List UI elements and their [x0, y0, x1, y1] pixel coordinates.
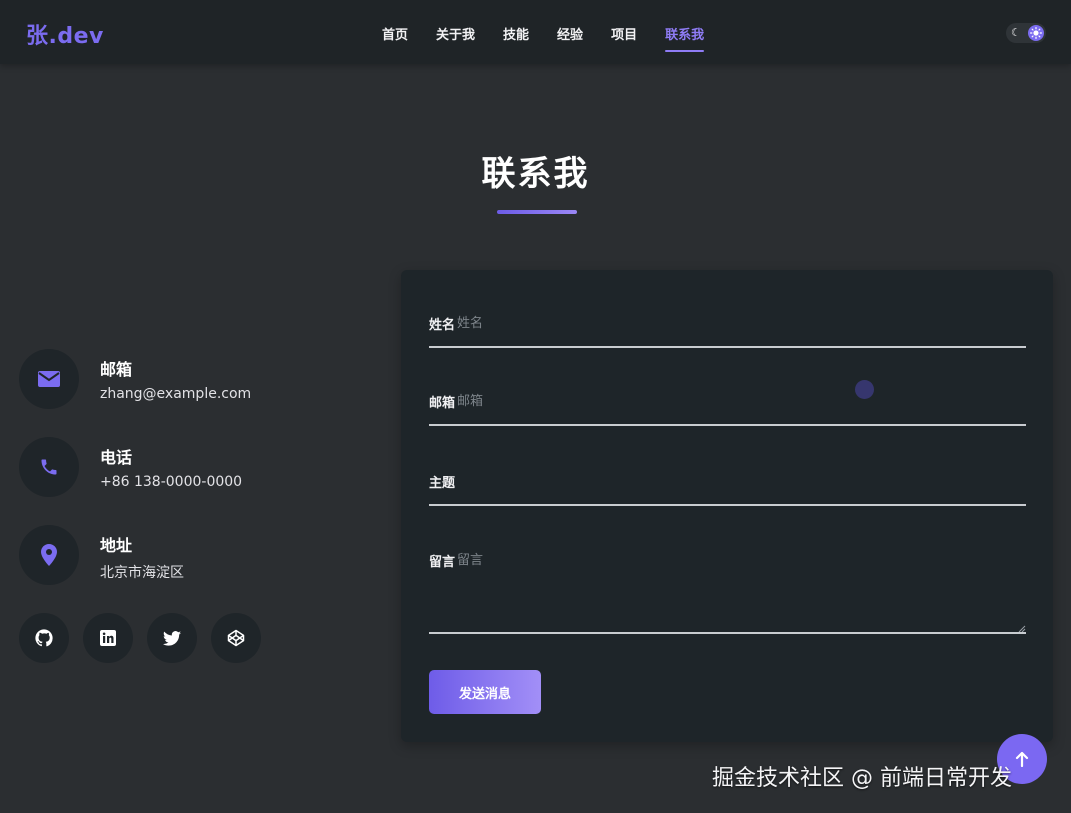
github-link[interactable]: [19, 613, 69, 663]
message-textarea[interactable]: [457, 551, 997, 569]
github-icon: [35, 629, 53, 647]
twitter-icon: [163, 630, 181, 646]
top-navbar: 张.dev 首页 关于我 技能 经验 项目 联系我 ☾: [0, 0, 1071, 64]
twitter-link[interactable]: [147, 613, 197, 663]
section-title: 联系我: [481, 154, 590, 194]
linkedin-link[interactable]: [83, 613, 133, 663]
subject-underline: [429, 504, 1026, 506]
nav-item-experience[interactable]: 经验: [557, 24, 583, 43]
sun-icon: [1028, 25, 1044, 41]
contact-address: 地址 北京市海淀区: [19, 525, 379, 585]
contact-form: 姓名 邮箱 主题 留言 发送消息: [401, 270, 1053, 742]
title-underline: [497, 210, 577, 214]
nav-item-contact[interactable]: 联系我: [665, 24, 705, 52]
contact-email-label: 邮箱: [100, 360, 133, 379]
subject-field: 主题: [429, 472, 1026, 508]
codepen-icon: [227, 629, 245, 647]
name-underline: [429, 346, 1026, 348]
email-input[interactable]: [457, 392, 997, 410]
contact-address-value: 北京市海淀区: [100, 565, 184, 581]
phone-icon: [19, 437, 79, 497]
email-field: 邮箱: [429, 392, 1026, 428]
nav-item-about[interactable]: 关于我: [436, 24, 475, 43]
message-underline: [429, 632, 1026, 634]
message-label: 留言: [429, 555, 456, 570]
arrow-up-icon: [1015, 751, 1029, 767]
contact-address-label: 地址: [100, 536, 133, 555]
name-input[interactable]: [457, 314, 997, 332]
name-label: 姓名: [429, 318, 456, 333]
location-pin-icon: [19, 525, 79, 585]
send-message-button[interactable]: 发送消息: [429, 670, 541, 714]
subject-input[interactable]: [457, 472, 997, 490]
nav-item-skills[interactable]: 技能: [503, 24, 529, 43]
codepen-link[interactable]: [211, 613, 261, 663]
contact-email-value: zhang@example.com: [100, 386, 252, 402]
contact-phone-value: +86 138-0000-0000: [100, 474, 243, 490]
theme-toggle[interactable]: ☾: [1006, 23, 1046, 43]
email-label: 邮箱: [429, 396, 456, 411]
cursor-follower: [855, 380, 874, 399]
linkedin-icon: [100, 630, 116, 646]
message-field: 留言: [429, 551, 1026, 635]
site-logo[interactable]: 张.dev: [26, 18, 104, 50]
moon-icon: ☾: [1011, 26, 1021, 39]
name-field: 姓名: [429, 314, 1026, 350]
nav-item-home[interactable]: 首页: [382, 24, 408, 43]
contact-email: 邮箱 zhang@example.com: [19, 349, 379, 409]
subject-label: 主题: [429, 476, 456, 491]
watermark: 掘金技术社区 @ 前端日常开发: [712, 766, 1012, 791]
contact-phone: 电话 +86 138-0000-0000: [19, 437, 379, 497]
nav-item-projects[interactable]: 项目: [611, 24, 637, 43]
email-underline: [429, 424, 1026, 426]
social-links: [19, 613, 275, 663]
envelope-icon: [19, 349, 79, 409]
main-nav: 首页 关于我 技能 经验 项目 联系我: [382, 24, 732, 52]
contact-phone-label: 电话: [100, 448, 133, 467]
